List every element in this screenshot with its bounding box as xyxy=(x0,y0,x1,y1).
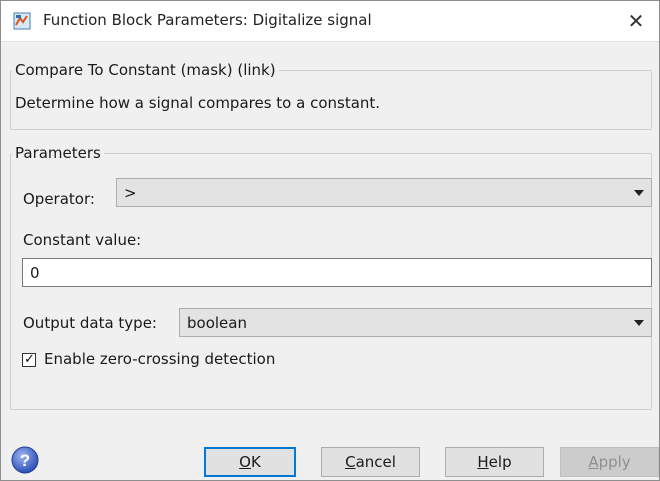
description-legend: Compare To Constant (mask) (link) xyxy=(12,61,279,79)
apply-mnemonic: A xyxy=(588,453,599,471)
cancel-button[interactable]: Cancel xyxy=(321,447,420,477)
ok-label: K xyxy=(250,453,261,471)
output-data-type-value: boolean xyxy=(187,314,247,332)
dialog-window: Function Block Parameters: Digitalize si… xyxy=(0,0,660,481)
checkmark-icon: ✓ xyxy=(24,352,35,367)
zero-crossing-checkbox[interactable]: ✓ xyxy=(22,352,36,367)
operator-label: Operator: xyxy=(23,190,95,208)
apply-button[interactable]: Apply xyxy=(560,447,659,477)
operator-select[interactable]: > xyxy=(116,178,652,207)
zero-crossing-label[interactable]: Enable zero-crossing detection xyxy=(44,350,275,368)
ok-button[interactable]: OK xyxy=(204,447,296,477)
constant-value-label: Constant value: xyxy=(23,231,142,249)
chevron-down-icon xyxy=(634,320,644,326)
help-question-icon[interactable]: ? xyxy=(11,446,39,474)
simulink-block-icon xyxy=(13,12,31,30)
parameters-legend: Parameters xyxy=(12,144,104,162)
chevron-down-icon xyxy=(634,190,644,196)
cancel-mnemonic: C xyxy=(345,453,356,471)
constant-value-text: 0 xyxy=(30,264,40,282)
help-mnemonic: H xyxy=(477,453,489,471)
title-bar[interactable]: Function Block Parameters: Digitalize si… xyxy=(1,1,659,42)
close-icon: ✕ xyxy=(627,9,645,33)
help-label: elp xyxy=(488,453,512,471)
svg-text:?: ? xyxy=(20,451,30,470)
cancel-label: ancel xyxy=(355,453,396,471)
ok-mnemonic: O xyxy=(239,453,251,471)
close-button[interactable]: ✕ xyxy=(613,1,659,41)
constant-value-input[interactable]: 0 xyxy=(22,258,652,287)
window-title: Function Block Parameters: Digitalize si… xyxy=(43,11,372,29)
help-button[interactable]: Help xyxy=(445,447,544,477)
output-data-type-label: Output data type: xyxy=(23,314,157,332)
description-text: Determine how a signal compares to a con… xyxy=(15,94,381,112)
apply-label: pply xyxy=(598,453,631,471)
output-data-type-select[interactable]: boolean xyxy=(179,308,652,337)
operator-value: > xyxy=(124,184,137,202)
